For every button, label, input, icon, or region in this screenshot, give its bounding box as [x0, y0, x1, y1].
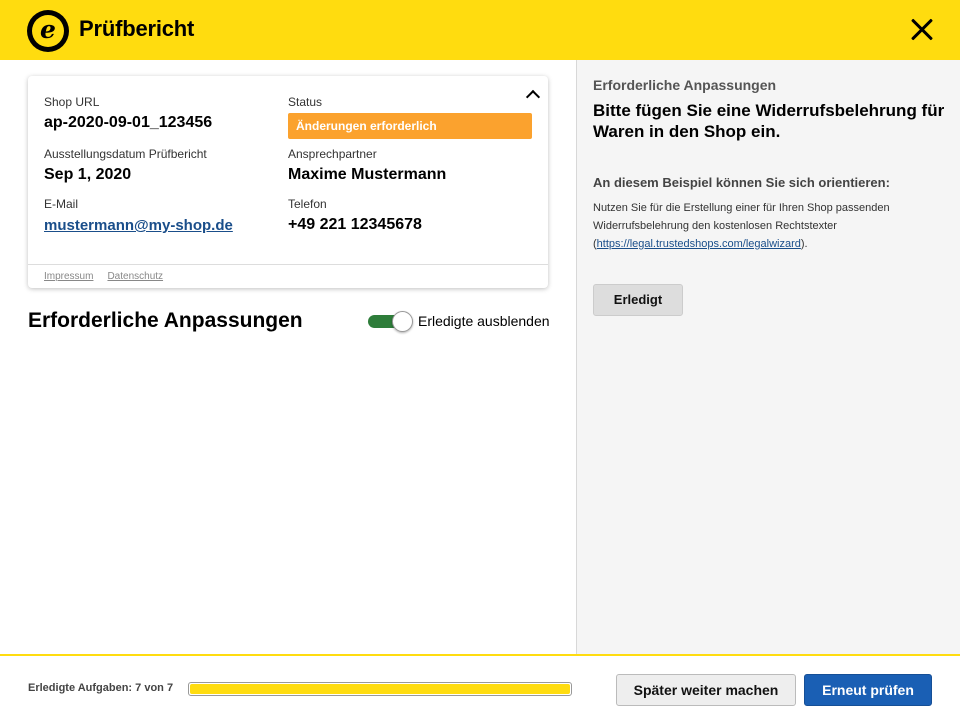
progress-fill [190, 684, 570, 694]
email-label: E-Mail [44, 197, 79, 211]
header-bar: e Prüfbericht [0, 0, 960, 60]
imprint-link[interactable]: Impressum [44, 271, 93, 282]
detail-heading: Bitte fügen Sie eine Widerrufsbelehrung … [593, 101, 945, 141]
issue-date-value: Sep 1, 2020 [44, 166, 132, 183]
issue-date-label: Ausstellungsdatum Prüfbericht [44, 147, 207, 161]
contact-value: Maxime Mustermann [288, 166, 447, 183]
phone-field: Telefon +49 221 12345678 [288, 197, 422, 234]
shop-url-value: ap-2020-09-01_123456 [44, 114, 213, 131]
status-field: Status Änderungen erforderlich [288, 95, 532, 139]
hide-completed-label: Erledigte ausblenden [418, 313, 550, 329]
phone-label: Telefon [288, 197, 327, 211]
detail-subtitle: Erforderliche Anpassungen [593, 77, 777, 93]
status-badge: Änderungen erforderlich [288, 113, 532, 139]
detail-text: Nutzen Sie für die Erstellung einer für … [593, 199, 933, 253]
card-divider [28, 264, 548, 265]
detail-example-title: An diesem Beispiel können Sie sich orien… [593, 175, 890, 190]
shop-url-label: Shop URL [44, 95, 100, 109]
issue-date-field: Ausstellungsdatum Prüfbericht Sep 1, 202… [44, 147, 207, 184]
progress-bar [188, 682, 572, 696]
card-footer-links: Impressum Datenschutz [44, 271, 177, 282]
footer-bar: Erledigte Aufgaben: 7 von 7 Später weite… [0, 654, 960, 720]
progress-label: Erledigte Aufgaben: 7 von 7 [28, 682, 174, 694]
logo-glyph: e [32, 15, 64, 47]
contact-label: Ansprechpartner [288, 147, 377, 161]
page-title: Prüfbericht [79, 16, 195, 41]
brand-logo-icon: e [27, 10, 69, 52]
legal-wizard-link[interactable]: https://legal.trustedshops.com/legalwiza… [597, 238, 801, 250]
detail-text-after: ). [800, 238, 808, 250]
close-icon[interactable] [906, 14, 938, 46]
shop-url-field: Shop URL ap-2020-09-01_123456 [44, 95, 212, 132]
email-field: E-Mail mustermann@my-shop.de [44, 197, 233, 235]
phone-value: +49 221 12345678 [288, 216, 422, 233]
done-button[interactable]: Erledigt [593, 284, 683, 316]
recheck-button[interactable]: Erneut prüfen [804, 674, 932, 706]
section-title: Erforderliche Anpassungen [28, 309, 303, 332]
contact-field: Ansprechpartner Maxime Mustermann [288, 147, 446, 184]
detail-panel: Erforderliche Anpassungen Bitte fügen Si… [576, 60, 960, 654]
privacy-link[interactable]: Datenschutz [107, 271, 163, 282]
continue-later-button[interactable]: Später weiter machen [616, 674, 796, 706]
toggle-knob [392, 311, 413, 332]
status-label: Status [288, 95, 323, 109]
hide-completed-toggle[interactable] [368, 311, 413, 332]
email-link[interactable]: mustermann@my-shop.de [44, 217, 233, 234]
report-info-card: Shop URL ap-2020-09-01_123456 Status Änd… [28, 76, 548, 288]
